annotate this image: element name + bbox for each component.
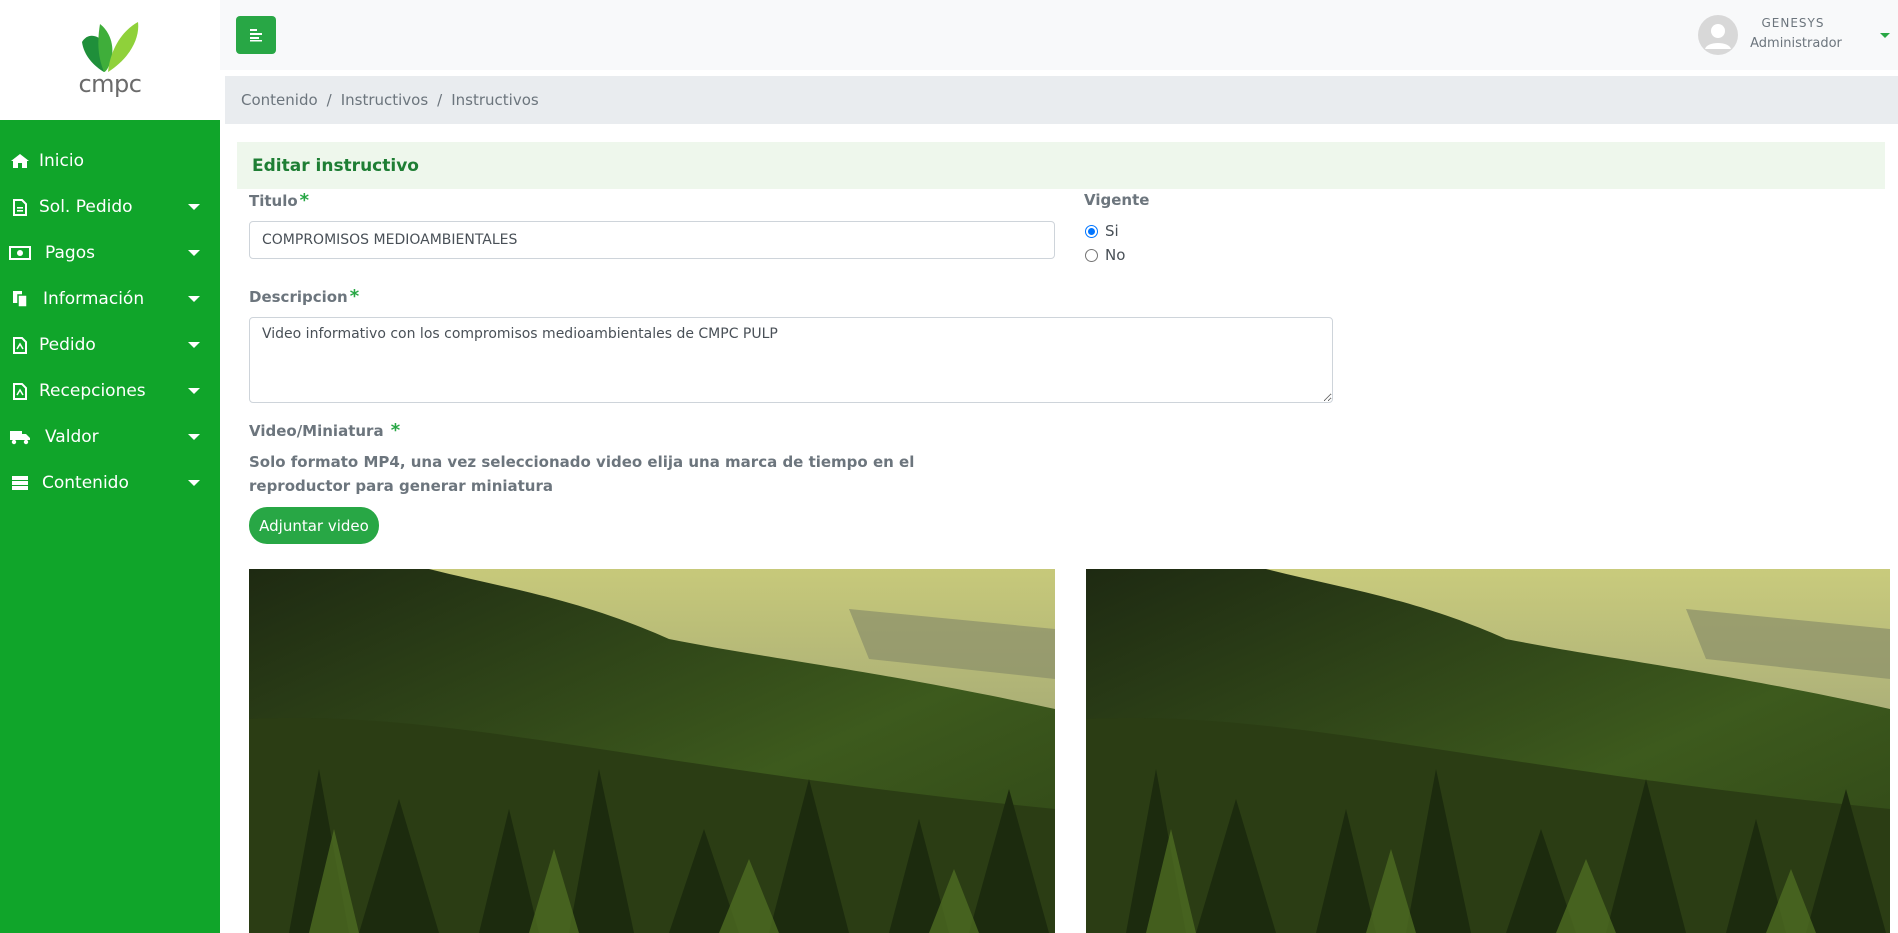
video-thumbnail bbox=[1086, 569, 1890, 933]
titulo-input[interactable] bbox=[249, 221, 1055, 259]
topbar: GENESYS Administrador bbox=[220, 0, 1898, 70]
sidebar-item-recepciones[interactable]: Recepciones bbox=[0, 368, 220, 414]
breadcrumb-item[interactable]: Instructivos bbox=[341, 91, 428, 109]
video-label: Video/Miniatura * bbox=[249, 420, 400, 441]
titulo-label-text: Titulo bbox=[249, 192, 298, 210]
chevron-down-icon bbox=[188, 342, 200, 348]
chevron-down-icon[interactable] bbox=[1880, 33, 1890, 38]
vigente-si-label: Si bbox=[1105, 222, 1119, 240]
server-icon bbox=[9, 474, 31, 492]
required-mark: * bbox=[299, 190, 310, 211]
chevron-down-icon bbox=[188, 296, 200, 302]
sidebar-item-label: Inicio bbox=[39, 151, 84, 171]
forest-thumbnail-frame bbox=[1086, 569, 1890, 933]
vigente-no-label: No bbox=[1105, 246, 1126, 264]
required-mark: * bbox=[390, 420, 401, 441]
sidebar-item-sol-pedido[interactable]: Sol. Pedido bbox=[0, 184, 220, 230]
sidebar: cmpc Inicio Sol. Pedido Pagos Informació… bbox=[0, 0, 220, 933]
files-icon bbox=[9, 290, 31, 308]
file-pdf-icon bbox=[9, 382, 31, 400]
forest-video-frame bbox=[249, 569, 1055, 933]
required-mark: * bbox=[349, 286, 360, 307]
money-icon bbox=[9, 244, 31, 262]
breadcrumb-item-current: Instructivos bbox=[451, 91, 539, 109]
sidebar-item-label: Valdor bbox=[45, 427, 99, 447]
sidebar-item-valdor[interactable]: Valdor bbox=[0, 414, 220, 460]
vigente-no-radio[interactable] bbox=[1085, 248, 1098, 262]
video-help-text: Solo formato MP4, una vez seleccionado v… bbox=[249, 453, 915, 495]
video-player[interactable] bbox=[249, 569, 1055, 933]
card-title: Editar instructivo bbox=[237, 142, 1885, 189]
sidebar-item-pagos[interactable]: Pagos bbox=[0, 230, 220, 276]
avatar[interactable] bbox=[1698, 15, 1738, 55]
app: cmpc Inicio Sol. Pedido Pagos Informació… bbox=[0, 0, 1898, 933]
descripcion-label: Descripcion * bbox=[249, 286, 359, 307]
breadcrumb-separator: / bbox=[326, 91, 332, 109]
chevron-down-icon bbox=[188, 204, 200, 210]
chevron-down-icon bbox=[188, 434, 200, 440]
file-pdf-icon bbox=[9, 336, 31, 354]
vigente-si-radio[interactable] bbox=[1085, 224, 1098, 238]
sidebar-item-inicio[interactable]: Inicio bbox=[0, 138, 220, 184]
user-name: GENESYS bbox=[1761, 16, 1825, 30]
sidebar-item-label: Recepciones bbox=[39, 381, 146, 401]
breadcrumb: Contenido / Instructivos / Instructivos bbox=[225, 76, 1898, 124]
breadcrumb-separator: / bbox=[437, 91, 443, 109]
descripcion-label-text: Descripcion bbox=[249, 288, 348, 306]
menu-toggle-icon bbox=[250, 29, 262, 42]
cmpc-leaf-logo-icon bbox=[82, 22, 139, 72]
logo-text: cmpc bbox=[78, 70, 142, 98]
sidebar-item-contenido[interactable]: Contenido bbox=[0, 460, 220, 506]
file-icon bbox=[9, 198, 31, 216]
sidebar-item-label: Pedido bbox=[39, 335, 96, 355]
attach-video-button[interactable]: Adjuntar video bbox=[249, 507, 379, 544]
sidebar-nav: Inicio Sol. Pedido Pagos Información Ped… bbox=[0, 138, 220, 506]
user-icon bbox=[1705, 24, 1731, 49]
sidebar-item-label: Sol. Pedido bbox=[39, 197, 133, 217]
sidebar-item-label: Pagos bbox=[45, 243, 95, 263]
sidebar-item-informacion[interactable]: Información bbox=[0, 276, 220, 322]
user-role: Administrador bbox=[1750, 36, 1842, 51]
breadcrumb-item[interactable]: Contenido bbox=[241, 91, 318, 109]
user-menu[interactable]: GENESYS Administrador bbox=[1698, 12, 1898, 58]
sidebar-item-label: Información bbox=[43, 289, 145, 309]
video-label-text: Video/Miniatura bbox=[249, 422, 384, 440]
vigente-label: Vigente bbox=[1084, 191, 1150, 209]
chevron-down-icon bbox=[188, 388, 200, 394]
descripcion-textarea[interactable]: Video informativo con los compromisos me… bbox=[249, 317, 1333, 403]
vigente-option-si[interactable]: Si bbox=[1085, 222, 1119, 240]
sidebar-item-label: Contenido bbox=[42, 473, 129, 493]
chevron-down-icon bbox=[188, 250, 200, 256]
logo[interactable]: cmpc bbox=[0, 0, 220, 120]
menu-toggle-button[interactable] bbox=[236, 16, 276, 54]
titulo-label: Titulo * bbox=[249, 190, 309, 211]
truck-icon bbox=[9, 428, 31, 446]
vigente-option-no[interactable]: No bbox=[1085, 246, 1125, 264]
home-icon bbox=[9, 152, 31, 170]
sidebar-item-pedido[interactable]: Pedido bbox=[0, 322, 220, 368]
chevron-down-icon bbox=[188, 480, 200, 486]
